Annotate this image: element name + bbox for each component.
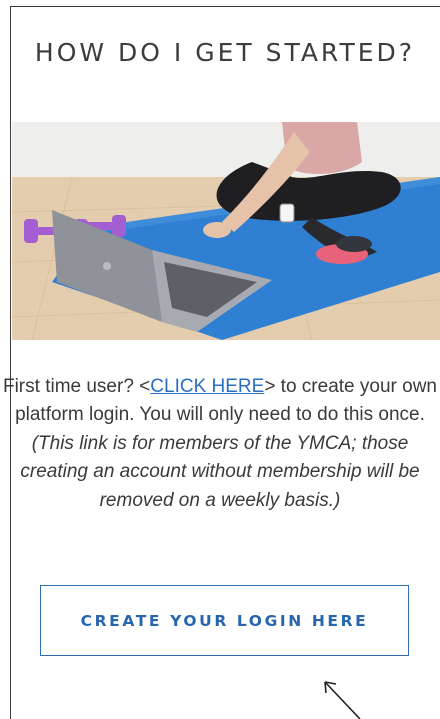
click-here-link[interactable]: CLICK HERE xyxy=(150,376,264,397)
create-login-button[interactable]: CREATE YOUR LOGIN HERE xyxy=(40,585,409,656)
arrow-pointer-icon xyxy=(324,681,361,719)
section-title: HOW DO I GET STARTED? xyxy=(34,38,416,67)
membership-note: (This link is for members of the YMCA; t… xyxy=(20,432,420,511)
hero-image xyxy=(12,122,440,340)
intro-text: First time user? <CLICK HERE> to create … xyxy=(0,373,440,515)
intro-prefix: First time user? < xyxy=(2,376,151,397)
hero-illustration xyxy=(12,122,440,340)
